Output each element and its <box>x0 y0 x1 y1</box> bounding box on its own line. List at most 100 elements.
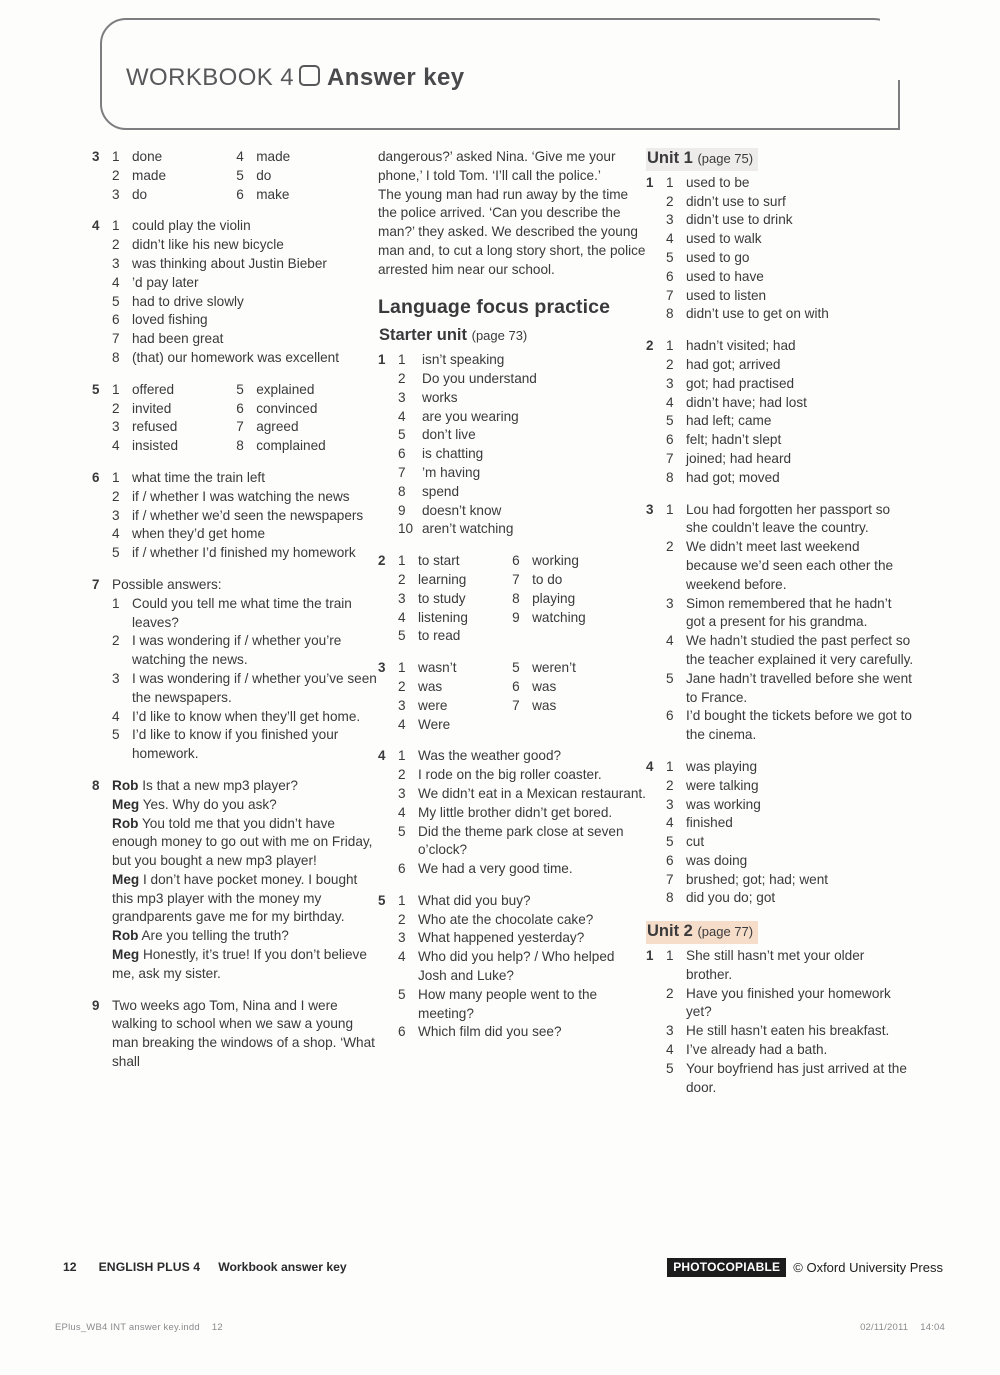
item-text: What did you buy? <box>418 892 531 908</box>
item-text: didn’t use to drink <box>686 212 793 228</box>
item-text: had to drive slowly <box>132 293 244 309</box>
item-number: 4 <box>398 408 406 424</box>
answer-item: 3 was thinking about Justin Bieber <box>112 255 382 274</box>
item-number: 1 <box>666 174 674 190</box>
exercise-number: 8 <box>92 777 100 793</box>
answer-item: 4 when they’d get home <box>112 525 382 544</box>
item-text: could play the violin <box>132 218 251 234</box>
item-text: is chatting <box>422 446 484 462</box>
item-text: used to have <box>686 268 764 284</box>
item-number: 7 <box>512 697 520 713</box>
item-text: did you do; got <box>686 890 776 906</box>
item-number: 9 <box>512 609 520 625</box>
item-number: 1 <box>112 595 120 611</box>
item-text: aren’t watching <box>422 521 514 537</box>
answer-subcolumn: 6 working 7 to do 8 playing 9 watching <box>512 552 646 646</box>
item-number: 6 <box>512 678 520 694</box>
answer-item: 9 doesn’t know <box>398 502 646 521</box>
item-number: 2 <box>112 633 120 649</box>
item-text: He still hasn’t eaten his breakfast. <box>686 1023 890 1039</box>
unit-section: Unit 1 (page 75) 1 1 used to be 2 didn’t u… <box>646 148 914 908</box>
item-number: 5 <box>112 545 120 561</box>
answer-item: 6 working <box>512 552 646 571</box>
item-number: 4 <box>112 708 120 724</box>
item-number: 5 <box>666 1060 674 1076</box>
print-file-page: 12 <box>211 1322 223 1333</box>
item-text: didn’t have; had lost <box>686 394 807 410</box>
item-number: 3 <box>666 375 674 391</box>
item-number: 4 <box>398 804 406 820</box>
answer-item: 6 convinced <box>236 400 382 419</box>
answer-item: 4 made <box>236 148 382 167</box>
item-text: done <box>132 149 163 164</box>
exercise-number: 7 <box>92 576 100 592</box>
answer-item: 8 spend <box>398 483 646 502</box>
footer-subtitle: Workbook answer key <box>218 1260 347 1274</box>
dialogue-text: Yes. Why do you ask? <box>142 796 277 812</box>
item-text: used to be <box>686 174 750 190</box>
item-number: 8 <box>666 469 674 485</box>
answer-item: 1 hadn’t visited; had <box>666 337 914 356</box>
answer-item: 8 complained <box>236 437 382 456</box>
item-number: 2 <box>666 356 674 372</box>
item-text: if / whether we’d seen the newspapers <box>132 507 364 523</box>
answer-item: 2 didn’t like his new bicycle <box>112 236 382 255</box>
answer-item: 9 watching <box>512 609 646 628</box>
answer-item: 2 was <box>398 678 512 697</box>
item-text: I’ve already had a bath. <box>686 1042 828 1058</box>
item-text: Do you understand <box>422 370 537 386</box>
item-number: 9 <box>398 502 406 518</box>
item-number: 4 <box>112 274 120 290</box>
item-number: 8 <box>398 483 406 499</box>
answer-item: 1 She still hasn’t met your older brother… <box>666 947 914 985</box>
answer-item: 7 agreed <box>236 418 382 437</box>
item-text: make <box>256 186 290 202</box>
item-number: 2 <box>112 167 120 183</box>
item-text: if / whether I’d finished my homework <box>132 545 356 561</box>
item-number: 7 <box>666 871 674 887</box>
answer-item: 5 to read <box>398 627 512 646</box>
answer-item: 8 didn’t use to get on with <box>666 305 914 324</box>
item-number: 1 <box>666 338 674 354</box>
item-text: to read <box>418 628 461 644</box>
column-middle: dangerous?’ asked Nina. ‘Give me your ph… <box>378 148 646 1055</box>
answer-item: 3 I was wondering if / whether you’ve see… <box>112 670 382 708</box>
page-title: WORKBOOK 4 Answer key <box>126 64 464 92</box>
item-text: didn’t like his new bicycle <box>132 237 284 253</box>
answer-item: 5 Jane hadn’t travelled before she went t… <box>666 670 914 708</box>
item-number: 1 <box>398 892 406 908</box>
unit-page-ref: (page 75) <box>697 151 754 166</box>
exercise-number: 5 <box>92 381 100 397</box>
item-number: 2 <box>112 237 120 253</box>
item-number: 7 <box>666 450 674 466</box>
answer-item: 3 to study <box>398 590 512 609</box>
item-number: 2 <box>666 985 674 1001</box>
print-filename: EPlus_WB4 INT answer key.indd <box>55 1322 200 1333</box>
item-text: was doing <box>686 852 748 868</box>
item-text: were talking <box>686 777 759 793</box>
item-number: 2 <box>398 767 406 783</box>
exercise-block: 1 1 used to be 2 didn’t use to surf 3 didn’… <box>646 174 914 324</box>
dialogue-text: I don’t have pocket money. I bought this… <box>112 871 358 925</box>
exercise-number: 2 <box>646 338 654 354</box>
exercise-number: 4 <box>646 758 654 774</box>
exercise-block: 3 1 wasn’t 2 was 3 were 4 Were 5 weren’t 6 was… <box>378 659 646 734</box>
item-text: invited <box>132 400 172 416</box>
item-number: 5 <box>236 167 244 183</box>
answer-subcolumn: 4 made 5 do 6 make <box>236 148 382 204</box>
exercise-block: 4 1 Was the weather good? 2 I rode on the … <box>378 747 646 879</box>
unit-page-ref: (page 77) <box>697 924 754 940</box>
answer-item: 1 wasn’t <box>398 659 512 678</box>
item-text: I’d like to know when they’ll get home. <box>132 708 361 724</box>
answer-item: 1 Was the weather good? <box>398 747 646 766</box>
item-number: 4 <box>666 231 674 247</box>
answer-subcolumn: 5 explained 6 convinced 7 agreed 8 complaine… <box>236 381 382 456</box>
item-number: 3 <box>112 255 120 271</box>
item-text: works <box>422 389 458 405</box>
item-number: 4 <box>666 1042 674 1058</box>
item-number: 5 <box>398 823 406 839</box>
answer-item: 3 were <box>398 697 512 716</box>
item-number: 6 <box>398 861 406 877</box>
dialogue-line: Meg Honestly, it’s true! If you don’t be… <box>112 946 382 984</box>
answer-item: 1 what time the train left <box>112 469 382 488</box>
